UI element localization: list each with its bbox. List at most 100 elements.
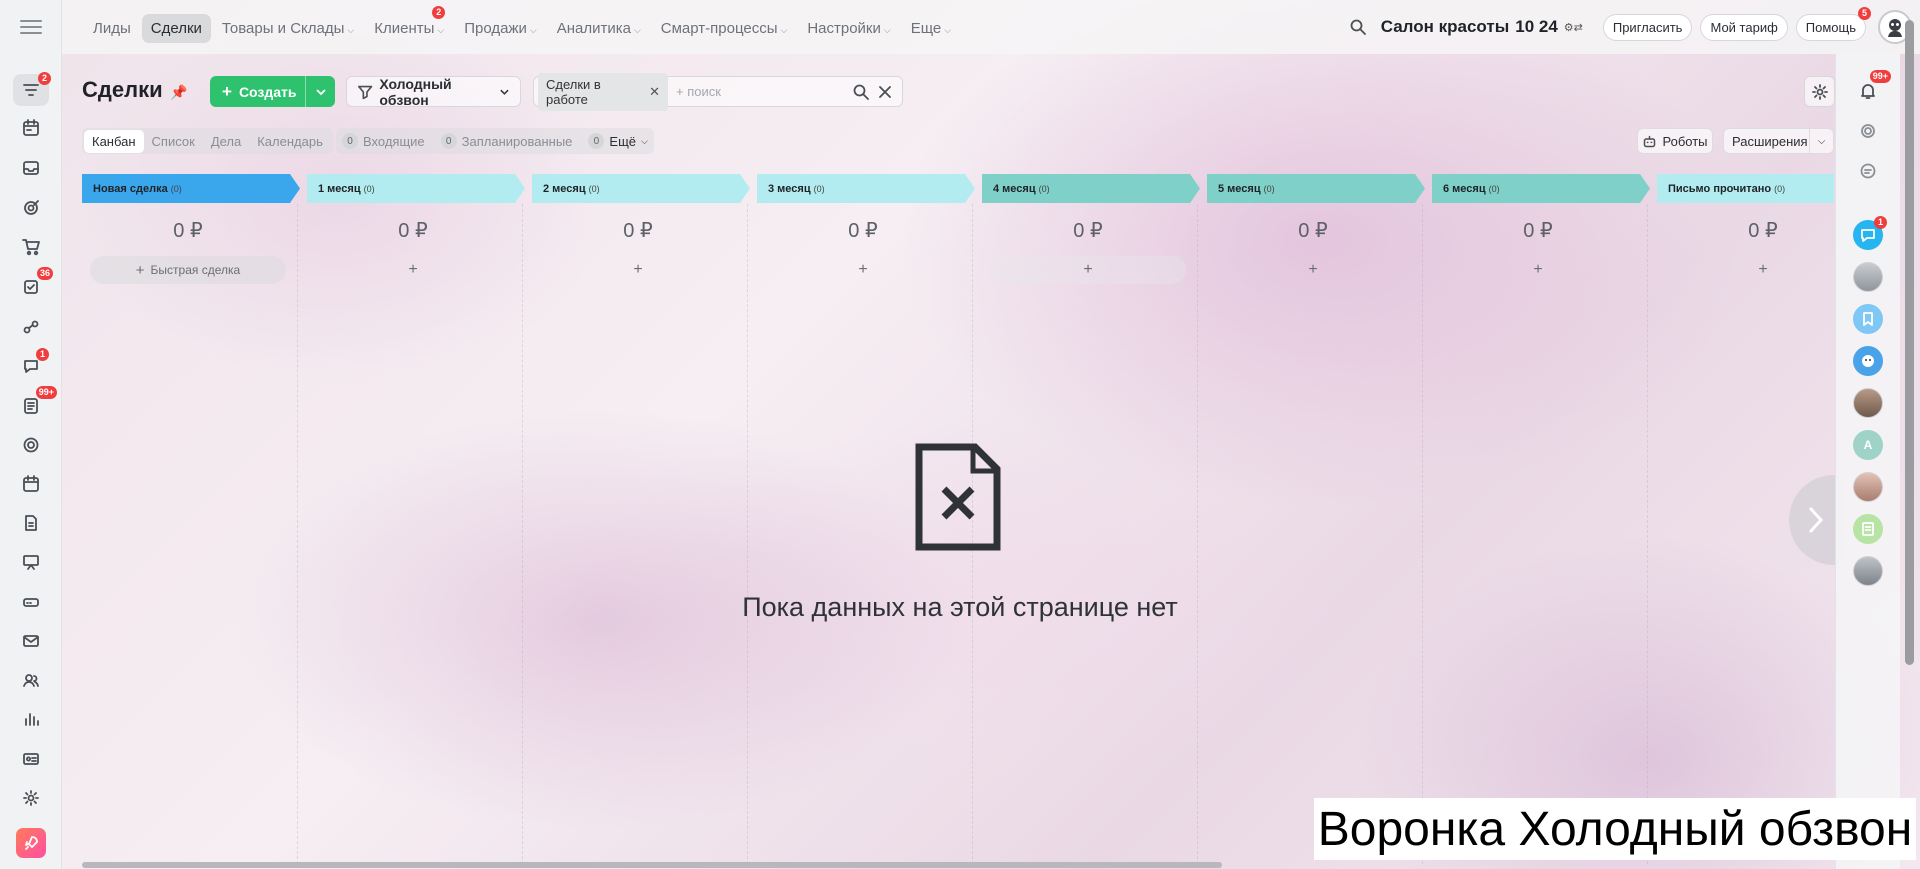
messages-icon[interactable] (1853, 156, 1883, 186)
analytics-icon[interactable] (13, 703, 49, 735)
chat-icon[interactable]: 1 (13, 348, 49, 382)
stage-header[interactable]: 2 месяц (0) (532, 174, 750, 203)
filter-search-box[interactable]: Сделки в работе ✕ (533, 72, 903, 111)
search-icon[interactable] (1349, 18, 1367, 36)
calendar-list-icon[interactable] (13, 112, 49, 144)
tab-activities[interactable]: Дела (203, 130, 249, 153)
invite-button[interactable]: Пригласить (1602, 13, 1693, 41)
company-settings-icon[interactable]: ⚙⇄ (1564, 21, 1583, 34)
horizontal-scrollbar[interactable] (82, 862, 1222, 868)
create-dropdown-icon[interactable] (305, 76, 335, 107)
add-deal-button[interactable]: + (315, 256, 511, 284)
tab-kanban[interactable]: Канбан (84, 129, 144, 153)
pin-icon[interactable]: 📌 (170, 84, 187, 101)
empty-state-text: Пока данных на этой странице нет (742, 592, 1178, 622)
tab-list[interactable]: Список (144, 130, 203, 153)
stage-header[interactable]: Новая сделка (0) (82, 174, 300, 203)
presentation-icon[interactable] (13, 546, 49, 578)
counter-planned[interactable]: 0 Запланированные (440, 133, 572, 149)
stage-header[interactable]: Письмо прочитано (0) (1657, 174, 1834, 203)
nav-deals[interactable]: Сделки (141, 14, 211, 43)
hamburger-menu-icon[interactable] (20, 16, 42, 36)
add-deal-button[interactable]: + (1665, 256, 1834, 284)
add-deal-button[interactable]: + (990, 256, 1186, 284)
support-icon[interactable] (13, 429, 49, 461)
stage-header[interactable]: 4 месяц (0) (982, 174, 1200, 203)
search-icon[interactable] (852, 83, 870, 101)
mail-icon[interactable] (13, 625, 49, 657)
target-icon[interactable] (13, 192, 49, 224)
feed-icon[interactable]: 99+ (13, 386, 57, 422)
stage-header[interactable]: 1 месяц (0) (307, 174, 525, 203)
kanban-column: Новая сделка (0) 0 ₽ + Быстрая сделка (82, 174, 300, 864)
add-deal-button[interactable]: + (765, 256, 961, 284)
copilot-icon[interactable] (1853, 116, 1883, 146)
notes-icon[interactable] (1853, 514, 1883, 544)
inbox-icon[interactable] (13, 152, 49, 184)
crm-funnel-icon[interactable]: 2 (13, 72, 51, 106)
my-tariff-button[interactable]: Мой тариф (1700, 13, 1788, 41)
contact-avatar[interactable] (1853, 472, 1883, 502)
open-channel-icon[interactable]: 1 (1853, 216, 1887, 250)
add-deal-button[interactable]: + (1440, 256, 1636, 284)
bell-icon[interactable]: 99+ (1853, 70, 1891, 106)
help-label: Помощь (1805, 19, 1856, 35)
id-card-icon[interactable] (13, 743, 49, 775)
help-button[interactable]: Помощь 5 (1795, 6, 1871, 41)
extensions-button[interactable]: Расширения ⌵ (1723, 128, 1834, 154)
add-deal-button[interactable]: + (1215, 256, 1411, 284)
nav-more[interactable]: Еще ⌵ (902, 14, 960, 43)
bookmark-icon[interactable] (1853, 304, 1883, 334)
kanban-column: 2 месяц (0) 0 ₽ + (532, 174, 750, 864)
clear-search-icon[interactable] (876, 83, 894, 101)
activity-counters: 0 Входящие 0 Запланированные 0 Ещё ⌵ (336, 128, 654, 154)
stage-header[interactable]: 3 месяц (0) (757, 174, 975, 203)
notifications-badge: 99+ (1869, 70, 1891, 83)
stage-sum: 0 ₽ (623, 220, 653, 242)
connector-icon[interactable] (13, 311, 49, 343)
remove-filter-icon[interactable]: ✕ (649, 84, 660, 100)
create-button-main[interactable]: + Создать (210, 76, 305, 107)
contact-avatar[interactable] (1853, 556, 1883, 586)
cart-icon[interactable] (13, 231, 49, 263)
chevron-down-icon (500, 89, 509, 95)
robots-button[interactable]: Роботы (1637, 128, 1713, 154)
empty-file-icon (915, 443, 1001, 551)
nav-sales[interactable]: Продажи ⌵ (455, 14, 545, 43)
tab-calendar[interactable]: Календарь (249, 130, 331, 153)
tasks-icon[interactable]: 36 (13, 267, 53, 303)
kanban-column: 5 месяц (0) 0 ₽ + (1207, 174, 1425, 864)
storage-icon[interactable] (13, 586, 49, 618)
company-name[interactable]: Салон красоты (1381, 17, 1510, 37)
column-divider (1197, 204, 1198, 864)
create-button[interactable]: + Создать (210, 76, 335, 107)
stage-count: (0) (363, 183, 375, 194)
search-input[interactable] (668, 84, 852, 99)
contact-avatar-letter[interactable]: A (1853, 430, 1883, 460)
counter-more[interactable]: 0 Ещё ⌵ (588, 133, 648, 149)
bot-avatar[interactable] (1853, 346, 1883, 376)
funnel-selector[interactable]: Холодный обзвон (346, 76, 521, 108)
stage-header[interactable]: 5 месяц (0) (1207, 174, 1425, 203)
kanban-settings-button[interactable] (1804, 76, 1835, 107)
rocket-icon[interactable] (16, 828, 46, 858)
nav-smart-processes[interactable]: Смарт-процессы ⌵ (652, 14, 797, 43)
chevron-down-icon[interactable]: ⌵ (1809, 129, 1833, 153)
contacts-icon[interactable] (13, 664, 49, 696)
filter-chip[interactable]: Сделки в работе ✕ (538, 72, 668, 111)
nav-leads[interactable]: Лиды (84, 14, 140, 43)
contact-avatar[interactable] (1853, 388, 1883, 418)
stage-header[interactable]: 6 месяц (0) (1432, 174, 1650, 203)
add-deal-button[interactable]: + (540, 256, 736, 284)
quick-deal-button[interactable]: + Быстрая сделка (90, 256, 286, 284)
nav-clients[interactable]: Клиенты ⌵ 2 (365, 6, 453, 43)
nav-settings[interactable]: Настройки ⌵ (798, 14, 899, 43)
nav-analytics[interactable]: Аналитика ⌵ (548, 14, 650, 43)
vertical-scrollbar[interactable] (1905, 20, 1914, 665)
calendar-icon[interactable] (13, 468, 49, 500)
counter-incoming[interactable]: 0 Входящие (342, 133, 425, 149)
document-icon[interactable] (13, 507, 49, 539)
settings-icon[interactable] (13, 782, 49, 814)
nav-products[interactable]: Товары и Склады ⌵ (213, 14, 363, 43)
contact-avatar[interactable] (1853, 262, 1883, 292)
